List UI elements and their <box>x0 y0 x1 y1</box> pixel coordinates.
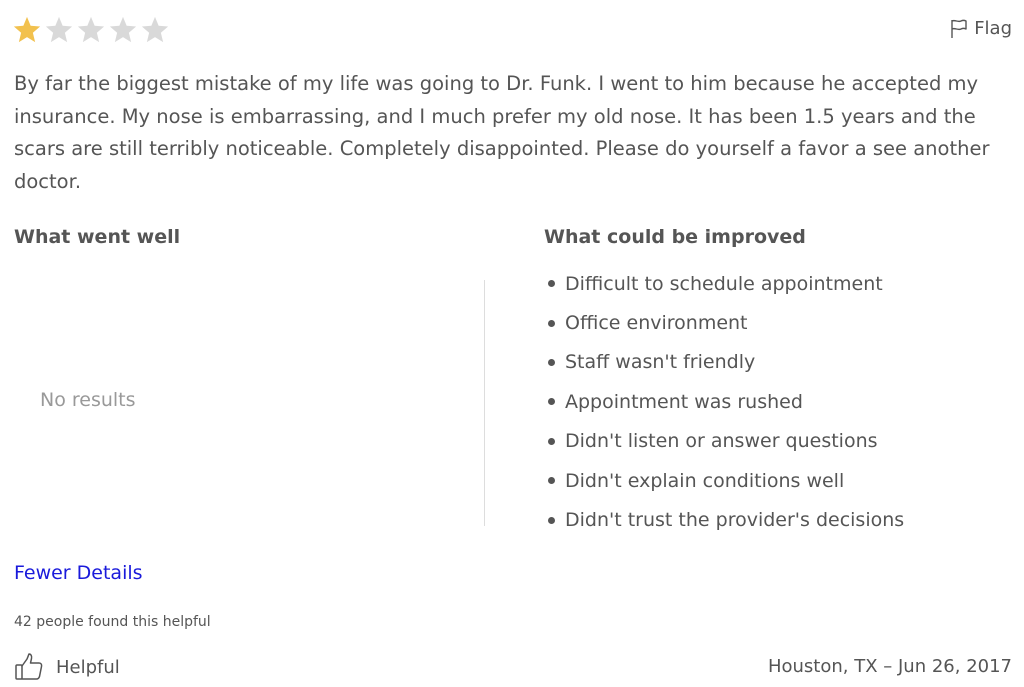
list-item: Difficult to schedule appointment <box>544 264 904 303</box>
list-item: Office environment <box>544 303 904 342</box>
flag-icon <box>951 19 967 38</box>
thumbs-up-icon <box>15 653 43 680</box>
helpful-count: 42 people found this helpful <box>14 614 211 630</box>
list-item: Didn't trust the provider's decisions <box>544 500 904 539</box>
list-item: Staff wasn't friendly <box>544 343 904 382</box>
star-rating <box>12 15 170 45</box>
list-item: Appointment was rushed <box>544 382 904 421</box>
list-item-label: Didn't explain conditions well <box>565 469 845 492</box>
star-icon <box>77 16 105 43</box>
review-text: By far the biggest mistake of my life wa… <box>14 72 990 193</box>
star-shape <box>109 16 137 43</box>
bullet-icon <box>548 358 555 366</box>
star-icon <box>13 16 41 43</box>
bullet-icon <box>548 437 555 445</box>
could-improve-heading: What could be improved <box>544 226 806 248</box>
helpful-button[interactable]: Helpful <box>14 652 120 682</box>
star-icon <box>109 16 137 43</box>
star-shape <box>77 16 105 43</box>
star-icon <box>45 16 73 43</box>
star-icon <box>141 16 169 43</box>
star-shape <box>13 16 41 43</box>
list-item-label: Didn't trust the provider's decisions <box>565 509 905 532</box>
could-improve-list: Difficult to schedule appointment Office… <box>544 264 904 540</box>
star-shape <box>45 16 73 43</box>
went-well-heading: What went well <box>14 226 181 248</box>
helpful-label: Helpful <box>56 656 120 678</box>
bullet-icon <box>548 477 555 485</box>
list-item-label: Staff wasn't friendly <box>565 351 756 374</box>
list-item-label: Difficult to schedule appointment <box>565 272 883 295</box>
flag-label: Flag <box>974 18 1012 39</box>
bullet-icon <box>548 280 555 288</box>
star-shape <box>141 16 169 43</box>
fewer-details-link[interactable]: Fewer Details <box>14 562 143 584</box>
bullet-icon <box>548 319 555 327</box>
list-item-label: Office environment <box>565 312 748 335</box>
review-location-date: Houston, TX – Jun 26, 2017 <box>767 656 1012 677</box>
no-results-text: No results <box>40 389 136 411</box>
list-item: Didn't listen or answer questions <box>544 422 904 461</box>
flag-button[interactable]: Flag <box>950 18 1012 39</box>
bullet-icon <box>548 516 555 524</box>
list-item-label: Didn't listen or answer questions <box>565 430 878 453</box>
bullet-icon <box>548 398 555 406</box>
list-item-label: Appointment was rushed <box>565 390 803 413</box>
column-divider <box>484 280 485 526</box>
list-item: Didn't explain conditions well <box>544 461 904 500</box>
